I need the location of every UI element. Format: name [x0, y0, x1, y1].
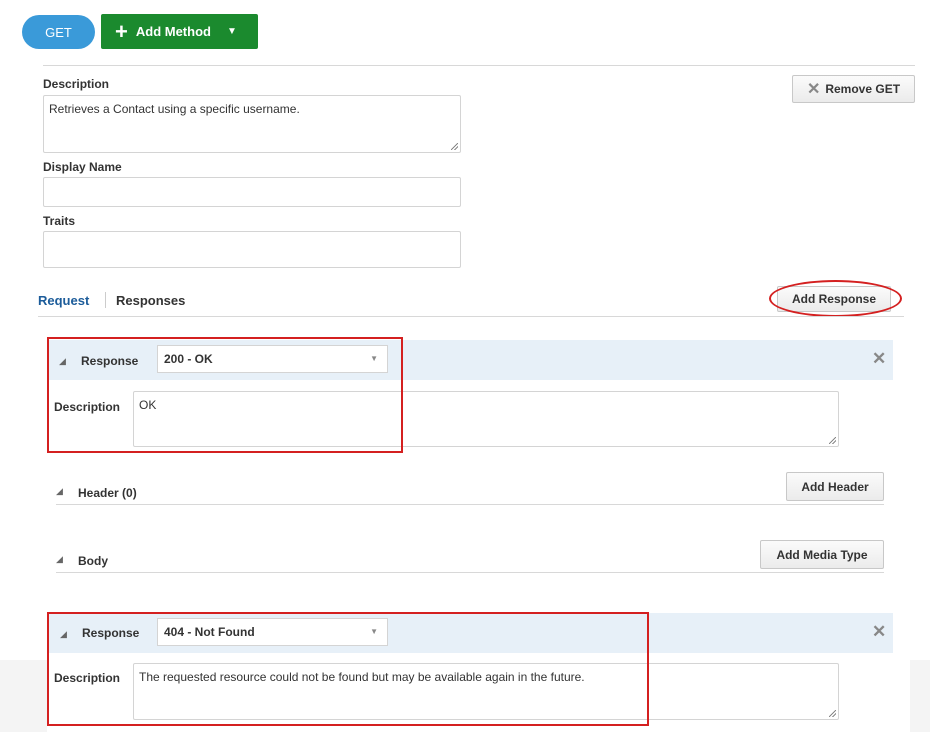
- annotation-box: [47, 612, 649, 726]
- body-divider: [56, 572, 884, 573]
- add-media-type-label: Add Media Type: [776, 547, 868, 562]
- toolbar-divider: [43, 65, 915, 66]
- header-section-label: Header (0): [78, 486, 137, 500]
- tab-request[interactable]: Request: [38, 293, 89, 308]
- annotation-ellipse: [769, 280, 902, 317]
- traits-value: [44, 232, 460, 244]
- header-divider: [56, 504, 884, 505]
- add-media-type-button[interactable]: Add Media Type: [760, 540, 884, 569]
- remove-get-button[interactable]: ✕ Remove GET: [792, 75, 915, 103]
- plus-icon: +: [115, 18, 128, 44]
- collapse-triangle-icon[interactable]: ◢: [56, 554, 63, 565]
- close-icon[interactable]: ✕: [872, 349, 886, 369]
- description-textarea[interactable]: Retrieves a Contact using a specific use…: [43, 95, 461, 153]
- resize-handle-icon[interactable]: [829, 437, 836, 444]
- add-method-button[interactable]: + Add Method ▼: [101, 14, 258, 49]
- get-method-pill[interactable]: GET: [22, 15, 95, 49]
- close-icon[interactable]: ✕: [872, 622, 886, 642]
- add-header-button[interactable]: Add Header: [786, 472, 884, 501]
- remove-get-label: Remove GET: [825, 82, 901, 96]
- traits-input[interactable]: [43, 231, 461, 268]
- background-fade-left: [0, 660, 47, 732]
- tab-responses[interactable]: Responses: [116, 293, 185, 308]
- display-name-value: [44, 178, 460, 190]
- resize-handle-icon[interactable]: [829, 710, 836, 717]
- body-section-label: Body: [78, 554, 108, 568]
- resize-handle-icon[interactable]: [451, 143, 458, 150]
- add-method-label: Add Method: [135, 24, 211, 39]
- get-method-label: GET: [45, 24, 72, 40]
- tabs-divider: [38, 316, 904, 317]
- collapse-triangle-icon[interactable]: ◢: [56, 486, 63, 497]
- tab-separator: [105, 292, 106, 308]
- annotation-box: [47, 337, 403, 453]
- description-label: Description: [43, 77, 110, 91]
- background-fade-right: [910, 660, 930, 732]
- caret-down-icon[interactable]: ▼: [227, 26, 237, 37]
- add-header-label: Add Header: [801, 479, 869, 494]
- traits-label: Traits: [43, 214, 76, 228]
- display-name-label: Display Name: [43, 160, 122, 174]
- x-icon: ✕: [806, 81, 821, 98]
- display-name-input[interactable]: [43, 177, 461, 207]
- description-value: Retrieves a Contact using a specific use…: [49, 102, 300, 116]
